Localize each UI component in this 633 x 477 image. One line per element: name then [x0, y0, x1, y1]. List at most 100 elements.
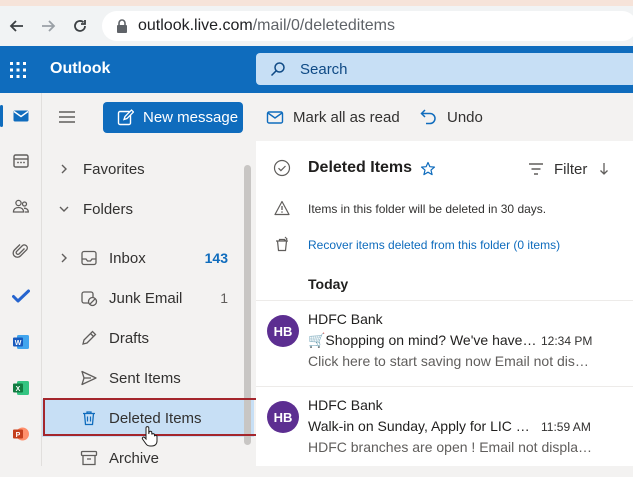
arrow-right-icon	[42, 20, 56, 32]
rail-files[interactable]	[0, 234, 42, 268]
people-icon	[12, 199, 29, 213]
message-preview: Click here to start saving now Email not…	[308, 353, 593, 369]
back-button[interactable]	[6, 15, 28, 37]
url-text: outlook.live.com/mail/0/deleteditems	[138, 17, 395, 35]
message-preview: HDFC branches are open ! Email not displ…	[308, 439, 593, 455]
search-placeholder: Search	[300, 60, 348, 78]
message-sender: HDFC Bank	[308, 311, 383, 327]
search-icon	[270, 62, 285, 77]
mail-icon	[13, 110, 29, 122]
forward-button[interactable]	[37, 15, 59, 37]
mark-all-read-button[interactable]: Mark all as read	[266, 106, 400, 128]
rail-excel[interactable]: X	[0, 371, 42, 405]
junk-icon	[81, 291, 98, 307]
favorites-group[interactable]: Favorites	[42, 150, 254, 188]
archive-icon	[80, 450, 98, 466]
svg-text:P: P	[16, 432, 21, 439]
folder-label: Drafts	[109, 329, 150, 347]
chevron-right-icon	[61, 164, 67, 174]
command-bar: New message Mark all as read Undo	[42, 93, 633, 141]
unread-count: 1	[220, 290, 228, 306]
favorites-label: Favorites	[83, 160, 145, 178]
message-subject: 🛒Shopping on mind? We've have got you co…	[308, 332, 538, 348]
browser-address-bar: outlook.live.com/mail/0/deleteditems	[0, 6, 633, 46]
rail-todo[interactable]	[0, 279, 42, 313]
folder-inbox[interactable]: Inbox 143	[42, 239, 254, 277]
chevron-down-icon	[59, 206, 69, 212]
reload-button[interactable]	[69, 15, 91, 37]
folder-junk[interactable]: Junk Email 1	[42, 279, 254, 317]
compose-icon	[117, 109, 134, 126]
message-list: Deleted Items Filter Items in this folde…	[256, 141, 633, 466]
folders-label: Folders	[83, 200, 134, 218]
reload-icon	[74, 20, 86, 32]
send-icon	[81, 370, 97, 386]
sort-arrow-icon	[600, 163, 609, 175]
calendar-icon	[13, 154, 29, 168]
folder-label: Archive	[109, 449, 160, 467]
url-path: /mail/0/deleteditems	[252, 17, 396, 34]
message-item[interactable]: HB HDFC Bank Walk-in on Sunday, Apply fo…	[256, 386, 633, 461]
avatar: HB	[267, 315, 299, 347]
filter-button[interactable]: Filter	[528, 159, 609, 179]
recover-icon	[276, 236, 288, 252]
url-host: outlook.live.com	[138, 17, 253, 34]
lock-icon	[117, 19, 127, 33]
undo-icon	[420, 109, 436, 125]
undo-label: Undo	[447, 108, 483, 126]
chevron-right-icon	[61, 253, 67, 263]
url-field[interactable]: outlook.live.com/mail/0/deleteditems	[102, 11, 633, 41]
attach-icon	[12, 244, 28, 258]
select-all-checkbox[interactable]	[273, 159, 291, 177]
new-message-label: New message	[143, 109, 239, 126]
message-item[interactable]: HB HDFC Bank 🛒Shopping on mind? We've ha…	[256, 300, 633, 375]
app-launcher-button[interactable]	[0, 46, 36, 93]
collapse-pane-button[interactable]	[56, 107, 78, 127]
inbox-icon	[81, 250, 97, 266]
rail-word[interactable]: W	[0, 325, 42, 359]
folder-drafts[interactable]: Drafts	[42, 319, 254, 357]
folder-label: Inbox	[109, 249, 146, 267]
waffle-icon	[10, 61, 26, 78]
unread-count: 143	[204, 250, 228, 266]
folders-group[interactable]: Folders	[42, 190, 254, 228]
folder-title: Deleted Items	[308, 159, 413, 176]
rail-calendar[interactable]	[0, 144, 42, 178]
mark-all-read-label: Mark all as read	[293, 108, 400, 126]
arrow-left-icon	[9, 20, 23, 32]
hamburger-icon	[59, 111, 75, 123]
filter-icon	[529, 163, 543, 175]
recover-items-link[interactable]: Recover items deleted from this folder (…	[308, 238, 560, 252]
group-header: Today	[308, 276, 349, 292]
pencil-icon	[82, 330, 97, 345]
todo-icon	[12, 289, 30, 303]
warning-icon	[274, 200, 290, 216]
undo-button[interactable]: Undo	[420, 106, 483, 128]
envelope-open-icon	[266, 111, 284, 124]
svg-text:X: X	[16, 386, 21, 393]
message-time: 11:59 AM	[541, 420, 591, 434]
rail-mail[interactable]	[0, 99, 42, 133]
retention-notice: Items in this folder will be deleted in …	[308, 202, 547, 216]
folder-label: Sent Items	[109, 369, 181, 387]
app-rail: W X P	[0, 93, 42, 466]
message-time: 12:34 PM	[541, 334, 593, 348]
folder-sent[interactable]: Sent Items	[42, 359, 254, 397]
app-header: Outlook Search	[0, 46, 633, 93]
rail-people[interactable]	[0, 189, 42, 223]
rail-powerpoint[interactable]: P	[0, 417, 42, 451]
hand-cursor-icon	[141, 426, 158, 447]
star-icon[interactable]	[420, 161, 436, 177]
powerpoint-icon: P	[13, 427, 29, 441]
folder-label: Junk Email	[109, 289, 183, 307]
new-message-button[interactable]: New message	[103, 102, 243, 133]
message-sender: HDFC Bank	[308, 397, 383, 413]
word-icon: W	[13, 335, 29, 349]
filter-label: Filter	[554, 160, 588, 178]
app-brand[interactable]: Outlook	[50, 60, 110, 78]
message-subject: Walk-in on Sunday, Apply for LIC Policy	[308, 418, 538, 434]
search-input[interactable]: Search	[256, 53, 633, 85]
excel-icon: X	[13, 381, 29, 395]
avatar: HB	[267, 401, 299, 433]
svg-text:W: W	[15, 340, 22, 347]
